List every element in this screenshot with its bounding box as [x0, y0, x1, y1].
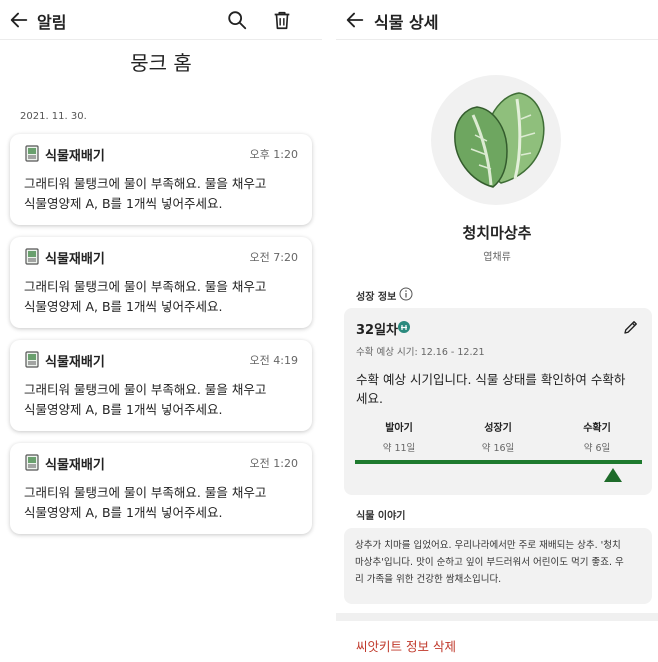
stage-duration: 약 11일 [382, 443, 416, 454]
page-title: 알림 [37, 13, 67, 32]
arrow-left-icon[interactable] [344, 9, 366, 31]
stage-germination: 발아기 약 11일 [359, 419, 439, 454]
trash-icon[interactable] [271, 9, 293, 31]
plant-category: 엽채류 [483, 252, 511, 263]
lettuce-illustration [454, 92, 545, 188]
notification-message: 그래티워 물탱크에 물이 부족해요. 물을 채우고 식물영양제 A, B를 1개… [24, 380, 304, 420]
message-line: 그래티워 물탱크에 물이 부족해요. 물을 채우고 [24, 176, 267, 191]
plant-story-text: 상추가 치마를 입었어요. 우리나라에서만 주로 재배되는 상추. '청치 마상… [355, 537, 645, 588]
search-icon[interactable] [226, 9, 248, 31]
description-line: 수확 예상 시기입니다. 식물 상태를 확인하여 수확하 [356, 372, 626, 387]
growth-section-label: 성장 정보 [356, 292, 397, 303]
stage-name: 발아기 [385, 423, 413, 434]
notification-sender: 식물재배기 [45, 252, 105, 267]
pencil-icon[interactable] [622, 318, 640, 336]
description-line: 세요. [356, 391, 383, 406]
home-name: 뭉크 홈 [130, 51, 192, 75]
app-bar: 알림 [0, 0, 322, 40]
plant-device-icon [25, 145, 39, 162]
notification-time: 오전 1:20 [249, 457, 298, 470]
message-line: 그래티워 물탱크에 물이 부족해요. 물을 채우고 [24, 485, 267, 500]
message-line: 그래티워 물탱크에 물이 부족해요. 물을 채우고 [24, 279, 267, 294]
growth-info-card: 32일차 수확 예상 시기: 12.16 - 12.21 수확 예상 시기입니다… [344, 308, 652, 495]
notification-card[interactable]: 식물재배기 오전 1:20 그래티워 물탱크에 물이 부족해요. 물을 채우고 … [10, 443, 312, 534]
screen-pair: 알림 뭉크 홈 2021. 11. 30. 식물재배기 오후 1:20 그래티워… [0, 0, 658, 662]
story-line: 마상추'입니다. 맛이 순하고 잎이 부드러워서 어린이도 먹기 좋죠. 우 [355, 557, 624, 568]
arrow-left-icon[interactable] [8, 9, 30, 31]
growth-day: 32일차 [356, 323, 399, 338]
stage-harvest: 수확기 약 6일 [557, 419, 637, 454]
notification-time: 오전 4:19 [249, 354, 298, 367]
notification-card[interactable]: 식물재배기 오전 7:20 그래티워 물탱크에 물이 부족해요. 물을 채우고 … [10, 237, 312, 328]
app-bar: 식물 상세 [336, 0, 658, 40]
delete-seed-kit-button[interactable]: 씨앗키트 정보 삭제 [356, 636, 456, 655]
notification-time: 오후 1:20 [249, 148, 298, 161]
message-line: 그래티워 물탱크에 물이 부족해요. 물을 채우고 [24, 382, 267, 397]
stage-duration: 약 16일 [481, 443, 515, 454]
plant-device-icon [25, 248, 39, 265]
notification-sender: 식물재배기 [45, 355, 105, 370]
growth-badge-icon [398, 321, 410, 333]
notification-card[interactable]: 식물재배기 오전 4:19 그래티워 물탱크에 물이 부족해요. 물을 채우고 … [10, 340, 312, 431]
stage-name: 성장기 [484, 423, 512, 434]
notification-message: 그래티워 물탱크에 물이 부족해요. 물을 채우고 식물영양제 A, B를 1개… [24, 277, 304, 317]
page-title: 식물 상세 [374, 13, 439, 32]
plant-device-icon [25, 454, 39, 471]
story-line: 리 가족을 위한 건강한 쌈채소입니다. [355, 574, 502, 585]
plant-image [431, 75, 561, 205]
plant-device-icon [25, 351, 39, 368]
notifications-screen: 알림 뭉크 홈 2021. 11. 30. 식물재배기 오후 1:20 그래티워… [0, 0, 322, 662]
story-line: 상추가 치마를 입었어요. 우리나라에서만 주로 재배되는 상추. '청치 [355, 540, 621, 551]
section-divider [336, 613, 658, 621]
story-section-label: 식물 이야기 [356, 511, 406, 522]
stage-name: 수확기 [583, 423, 611, 434]
progress-marker-icon [604, 468, 623, 482]
plant-story-card: 상추가 치마를 입었어요. 우리나라에서만 주로 재배되는 상추. '청치 마상… [344, 528, 652, 604]
plant-name: 청치마상추 [462, 224, 532, 242]
notification-sender: 식물재배기 [45, 149, 105, 164]
message-line: 식물영양제 A, B를 1개씩 넣어주세요. [24, 505, 223, 520]
notification-message: 그래티워 물탱크에 물이 부족해요. 물을 채우고 식물영양제 A, B를 1개… [24, 483, 304, 523]
stage-growth: 성장기 약 16일 [458, 419, 538, 454]
message-line: 식물영양제 A, B를 1개씩 넣어주세요. [24, 196, 223, 211]
notification-message: 그래티워 물탱크에 물이 부족해요. 물을 채우고 식물영양제 A, B를 1개… [24, 174, 304, 214]
message-line: 식물영양제 A, B를 1개씩 넣어주세요. [24, 402, 223, 417]
date-header: 2021. 11. 30. [20, 111, 87, 122]
message-line: 식물영양제 A, B를 1개씩 넣어주세요. [24, 299, 223, 314]
stage-duration: 약 6일 [583, 443, 611, 454]
harvest-window: 수확 예상 시기: 12.16 - 12.21 [356, 347, 485, 358]
notification-sender: 식물재배기 [45, 458, 105, 473]
plant-detail-screen: 식물 상세 청치마상추 엽채류 성장 정보 32일차 수확 예상 시기: 12.… [336, 0, 658, 662]
growth-description: 수확 예상 시기입니다. 식물 상태를 확인하여 수확하 세요. [356, 370, 646, 408]
growth-progress-bar [355, 460, 642, 464]
notification-time: 오전 7:20 [249, 251, 298, 264]
info-circle-icon[interactable] [399, 287, 413, 301]
notification-card[interactable]: 식물재배기 오후 1:20 그래티워 물탱크에 물이 부족해요. 물을 채우고 … [10, 134, 312, 225]
